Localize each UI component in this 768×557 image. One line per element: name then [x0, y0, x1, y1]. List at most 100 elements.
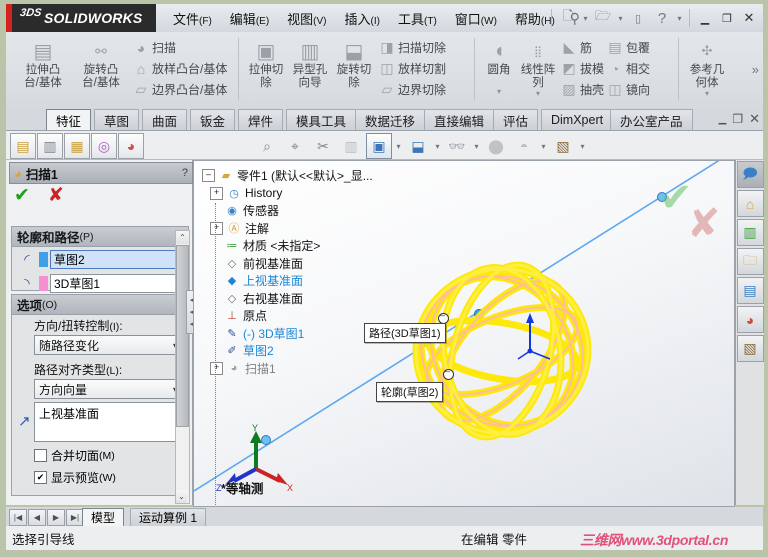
- profile-input[interactable]: 草图2: [50, 249, 183, 269]
- intersect-button[interactable]: ◔ 相交: [604, 58, 650, 79]
- show-preview-checkbox[interactable]: ✔: [34, 471, 47, 484]
- tab-direct-editing[interactable]: 直接编辑: [424, 109, 495, 130]
- fillet-caret-icon[interactable]: ▾: [497, 87, 501, 96]
- edit-appearance-icon[interactable]: 👓: [444, 133, 470, 159]
- doc-close-button[interactable]: ✕: [749, 111, 760, 127]
- pm-ok-button[interactable]: ✔: [14, 186, 30, 205]
- reference-geometry-button[interactable]: ✣ 参考几 何体 ▾: [684, 32, 730, 98]
- tab-sketch[interactable]: 草图: [94, 109, 140, 130]
- section-options-header[interactable]: 选项 (O) ⌃: [12, 295, 188, 315]
- tab-sheetmetal[interactable]: 钣金: [190, 109, 236, 130]
- revolve-boss-button[interactable]: ⚯ 旋转凸 台/基体: [72, 32, 130, 89]
- menu-item-edit[interactable]: 编辑(E): [221, 6, 278, 31]
- design-library-icon[interactable]: ⌂: [736, 190, 764, 217]
- tree-root[interactable]: – ▰ 零件1 (默认<<默认>_显...: [202, 167, 417, 185]
- loft-cut-button[interactable]: ◫ 放样切割: [376, 58, 446, 79]
- hide-show-caret-icon[interactable]: ▾: [433, 142, 442, 151]
- search-icon[interactable]: 🗀: [736, 248, 764, 275]
- rib-button[interactable]: ◣ 筋: [558, 37, 604, 58]
- merge-tangent-faces-row[interactable]: 合并切面 (M): [34, 447, 188, 464]
- menu-item-insert[interactable]: 插入(I): [336, 6, 389, 31]
- section-profile-header[interactable]: 轮廓和路径 (P) ⌃: [12, 227, 188, 247]
- shell-button[interactable]: ▨ 抽壳: [558, 79, 604, 100]
- tab-features[interactable]: 特征: [46, 109, 92, 130]
- first-icon[interactable]: |◀: [9, 509, 27, 526]
- help-icon[interactable]: ?: [651, 7, 673, 29]
- merge-tangent-faces-checkbox[interactable]: [34, 449, 47, 462]
- boundary-boss-button[interactable]: ▱ 边界凸台/基体: [130, 79, 228, 100]
- property-manager-scrollbar[interactable]: ⌃ ⌄: [175, 230, 190, 504]
- view-palette-icon[interactable]: ▤: [736, 277, 764, 304]
- tab-surfaces[interactable]: 曲面: [142, 109, 188, 130]
- view-settings-icon[interactable]: ◓: [511, 133, 537, 159]
- bottom-tab-model[interactable]: 模型: [82, 508, 125, 526]
- tab-office-products[interactable]: 办公室产品: [610, 109, 693, 130]
- save-icon[interactable]: ▯: [627, 7, 649, 29]
- callout-anchor-profile[interactable]: [443, 366, 454, 380]
- extrude-cut-button[interactable]: ▣ 拉伸切 除: [244, 32, 288, 89]
- tab-dimxpert[interactable]: DimXpert: [541, 109, 614, 130]
- custom-properties-icon[interactable]: ▧: [736, 335, 764, 362]
- linear-pattern-caret-icon[interactable]: ▾: [536, 89, 540, 98]
- display-style-caret-icon[interactable]: ▾: [394, 142, 403, 151]
- new-doc-icon[interactable]: 🗋: [557, 7, 579, 29]
- scroll-up-arrow-icon[interactable]: ⌃: [176, 231, 189, 244]
- open-folder-icon[interactable]: 🗁: [592, 7, 614, 29]
- tree-node-history[interactable]: + ◷ History: [202, 185, 417, 203]
- window-minimize-button[interactable]: ▁: [695, 9, 715, 27]
- path-align-combobox[interactable]: 方向向量 ▾: [34, 379, 182, 399]
- edit-appearance-caret-icon[interactable]: ▾: [472, 142, 481, 151]
- tree-node-sensors[interactable]: ◉ 传感器: [202, 202, 417, 220]
- view-settings-caret-icon[interactable]: ▾: [539, 142, 548, 151]
- save-as-icon[interactable]: ▤: [10, 133, 36, 159]
- open-caret-icon[interactable]: ▾: [616, 14, 625, 23]
- rebuild-icon[interactable]: ▦: [64, 133, 90, 159]
- extrude-boss-button[interactable]: ▤ 拉伸凸 台/基体: [14, 32, 72, 89]
- callout-path[interactable]: 路径(3D草图1): [364, 323, 446, 343]
- window-restore-button[interactable]: ❐: [717, 9, 737, 27]
- screen-capture-icon[interactable]: ▧: [550, 133, 576, 159]
- pm-cancel-button[interactable]: ✘: [48, 186, 64, 205]
- boundary-cut-button[interactable]: ▱ 边界切除: [376, 79, 446, 100]
- display-style-icon[interactable]: ▣: [366, 133, 392, 159]
- callout-profile[interactable]: 轮廓(草图2): [376, 382, 444, 402]
- section-view-icon[interactable]: ✂: [310, 133, 336, 159]
- draft-button[interactable]: ◩ 拔模: [558, 58, 604, 79]
- linear-pattern-button[interactable]: ⣿ 线性阵 列 ▾: [518, 32, 558, 99]
- file-explorer-icon[interactable]: ▥: [736, 219, 764, 246]
- path-input[interactable]: 3D草图1: [50, 273, 183, 293]
- mirror-button[interactable]: ◫ 镜向: [604, 79, 650, 100]
- graphics-cancel-button[interactable]: ✘: [687, 204, 721, 244]
- orientation-combobox[interactable]: 随路径变化 ▾: [34, 335, 182, 355]
- window-close-button[interactable]: ✕: [739, 9, 759, 27]
- zoom-to-fit-icon[interactable]: ⌕: [254, 133, 280, 159]
- question-icon[interactable]: ?: [182, 167, 188, 179]
- model-3d-sweep[interactable]: [384, 241, 634, 461]
- tab-mold-tools[interactable]: 模具工具: [286, 109, 357, 130]
- edit-properties-icon[interactable]: ▥: [37, 133, 63, 159]
- tab-weldments[interactable]: 焊件: [238, 109, 284, 130]
- next-icon[interactable]: ▶: [47, 509, 65, 526]
- scroll-down-arrow-icon[interactable]: ⌄: [176, 490, 187, 503]
- menu-item-view[interactable]: 视图(V): [278, 6, 335, 31]
- graphics-area[interactable]: – ▰ 零件1 (默认<<默认>_显... + ◷ History ◉ 传感器 …: [193, 160, 735, 507]
- help-caret-icon[interactable]: ▾: [675, 14, 684, 23]
- menu-item-file[interactable]: 文件(F): [164, 6, 221, 31]
- tree-node-annotations[interactable]: + Ⓐ 注解: [202, 220, 417, 238]
- tree-expand-history[interactable]: +: [210, 186, 223, 200]
- tab-evaluate[interactable]: 评估: [493, 109, 539, 130]
- reference-geometry-caret-icon[interactable]: ▾: [705, 89, 709, 98]
- tab-data-migration[interactable]: 数据迁移: [355, 109, 426, 130]
- chevron-double-right-icon[interactable]: »: [752, 62, 759, 77]
- bottom-tab-motion-study[interactable]: 运动算例 1: [130, 508, 207, 526]
- appearances-scenes-icon[interactable]: ◕: [736, 306, 764, 333]
- appearance-icon[interactable]: ◕: [118, 133, 144, 159]
- doc-minimize-button[interactable]: ▁: [719, 114, 727, 125]
- tree-collapse-toggle[interactable]: –: [202, 169, 215, 183]
- scrollbar-thumb[interactable]: [176, 245, 189, 427]
- options-icon[interactable]: ◎: [91, 133, 117, 159]
- show-preview-row[interactable]: ✔ 显示预览 (W): [34, 469, 188, 486]
- screen-capture-caret-icon[interactable]: ▾: [578, 142, 587, 151]
- apply-scene-icon[interactable]: ⬤: [483, 133, 509, 159]
- loft-boss-button[interactable]: ⌂ 放样凸台/基体: [130, 58, 228, 79]
